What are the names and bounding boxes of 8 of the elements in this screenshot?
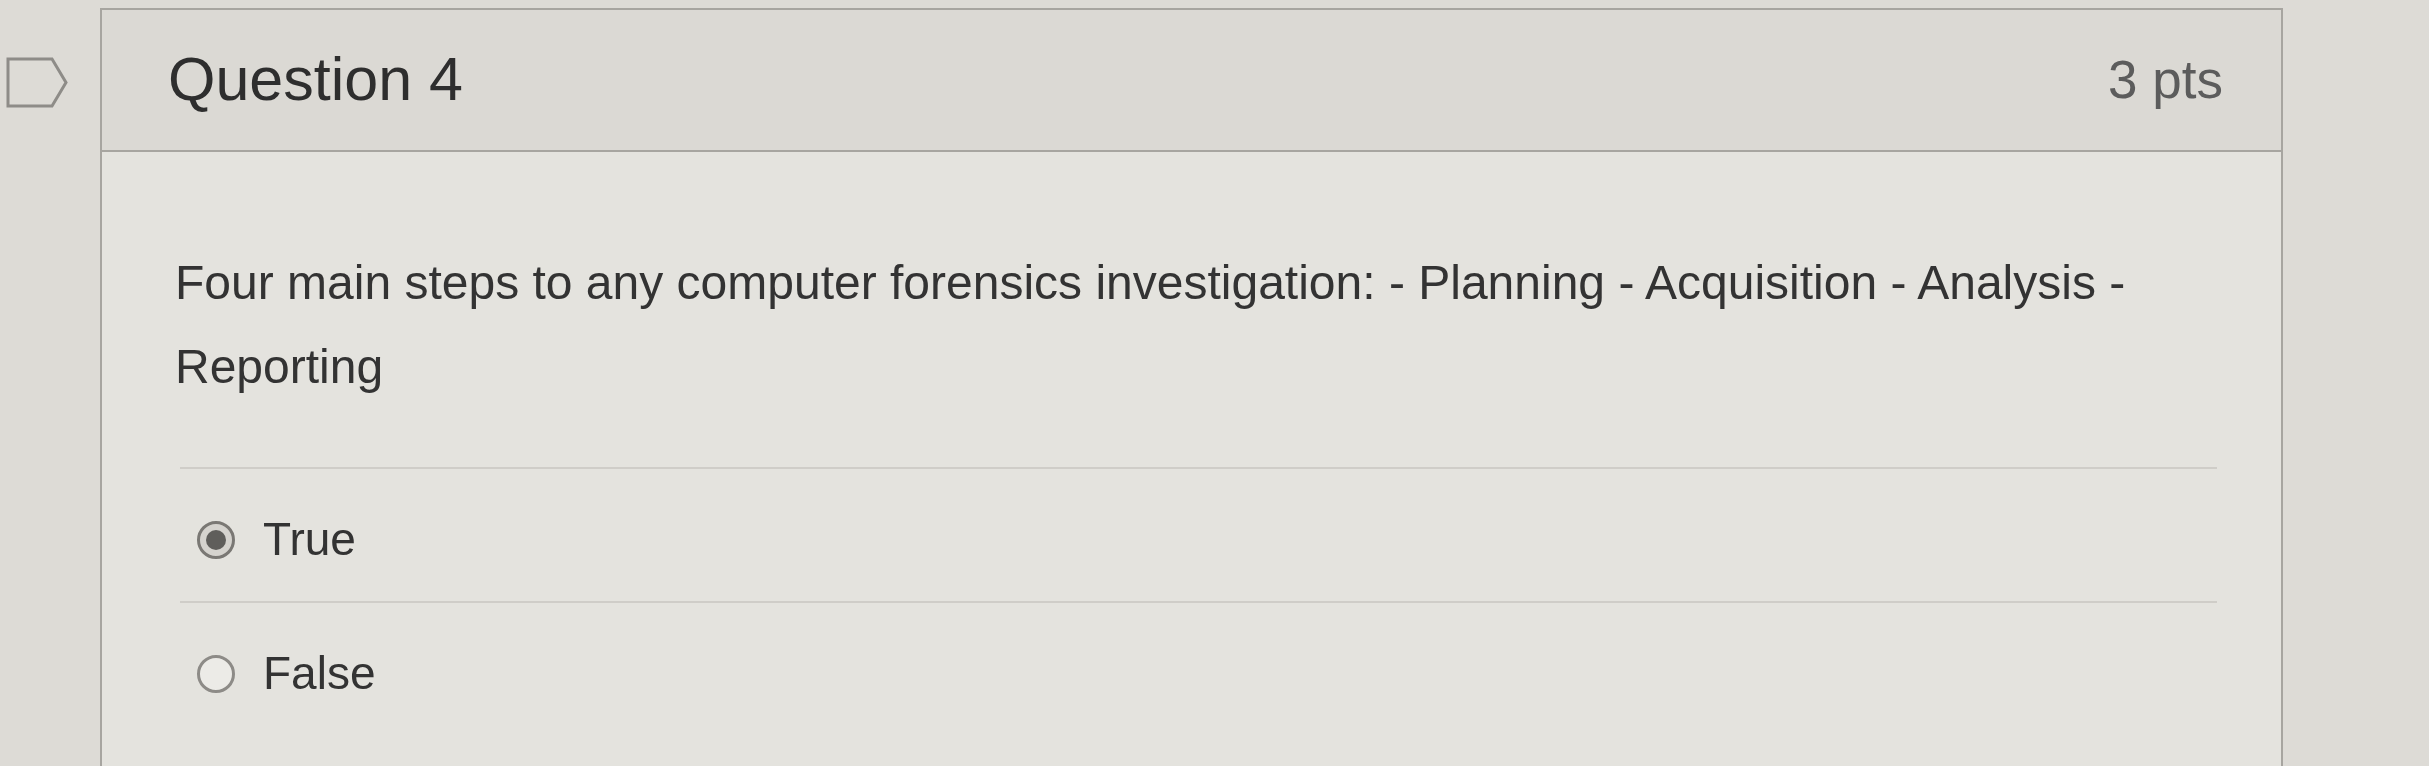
radio-button[interactable] <box>197 655 235 693</box>
points-label: 3 pts <box>2108 49 2223 112</box>
question-text: Four main steps to any computer forensics investigation: - Planning - Acquisition - Analysis - Reporting <box>175 255 2127 395</box>
question-title: Question 4 <box>168 44 464 116</box>
tag-icon[interactable] <box>6 57 68 108</box>
answer-label[interactable]: True <box>263 512 356 568</box>
answer-label[interactable]: False <box>263 646 376 702</box>
radio-button[interactable] <box>197 521 235 559</box>
